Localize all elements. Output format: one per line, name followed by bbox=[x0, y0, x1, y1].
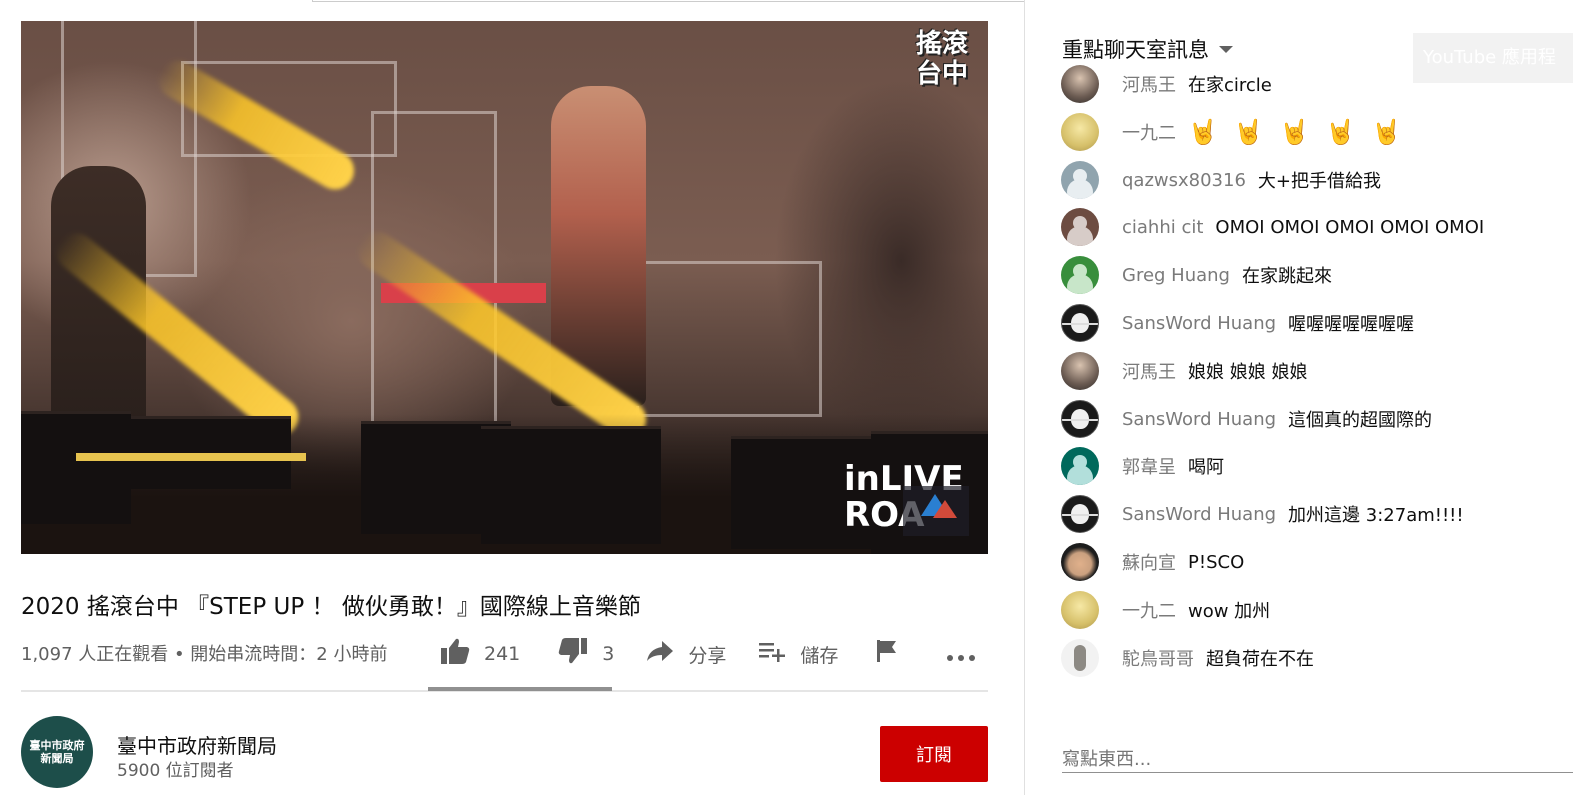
flag-icon bbox=[876, 639, 898, 670]
subscriber-count: 5900 位訂閱者 bbox=[117, 761, 234, 781]
chat-author-avatar[interactable] bbox=[1061, 400, 1099, 438]
channel-name[interactable]: 臺中市政府新聞局 bbox=[117, 730, 277, 759]
share-arrow-icon bbox=[646, 639, 674, 670]
chat-message: ciahhi cit OMOI OMOI OMOI OMOI OMOI bbox=[1061, 207, 1484, 247]
chat-author-name[interactable]: 一九二 bbox=[1122, 119, 1176, 145]
rock-hand-emoji-icon: 🤘 bbox=[1279, 118, 1310, 146]
like-ratio-bar bbox=[428, 687, 612, 691]
chat-author-name[interactable]: 河馬王 bbox=[1122, 358, 1176, 384]
chat-message-list[interactable]: 河馬王 在家circle 一九二 🤘 🤘 🤘 🤘 🤘 qazwsx80316 大+把手借給我 cia… bbox=[1025, 60, 1573, 688]
video-actions: 241 3 分享 儲存 bbox=[440, 636, 1012, 672]
video-meta: 1,097 人正在觀看 • 開始串流時間：2 小時前 bbox=[21, 644, 388, 665]
chat-mode-selector[interactable]: 重點聊天室訊息 bbox=[1062, 34, 1233, 64]
stage-table-light bbox=[76, 453, 306, 461]
chat-message: 駝鳥哥哥 超負荷在不在 bbox=[1061, 638, 1314, 678]
save-button[interactable]: 儲存 bbox=[758, 639, 838, 670]
chat-message: 一九二 wow 加州 bbox=[1061, 590, 1270, 630]
chat-message: 蘇向宣 P!SCO bbox=[1061, 542, 1244, 582]
chat-author-avatar[interactable] bbox=[1061, 256, 1099, 294]
chat-message-text: 喔喔喔喔喔喔喔 bbox=[1288, 314, 1415, 335]
chat-message: Greg Huang 在家跳起來 bbox=[1061, 255, 1332, 295]
chat-message-text: 娘娘 娘娘 娘娘 bbox=[1188, 362, 1308, 383]
chat-title-label: 重點聊天室訊息 bbox=[1062, 38, 1209, 62]
more-horizontal-icon bbox=[946, 639, 976, 669]
subscribe-button[interactable]: 訂閱 bbox=[880, 726, 988, 782]
chat-message: 郭韋呈 喝阿 bbox=[1061, 446, 1224, 486]
chat-message-text: 在家circle bbox=[1188, 75, 1272, 96]
chat-author-name[interactable]: SansWord Huang bbox=[1122, 504, 1276, 525]
chat-message-text: 加州這邊 3:27am!!!! bbox=[1288, 505, 1464, 526]
chat-author-avatar[interactable] bbox=[1061, 495, 1099, 533]
chat-author-name[interactable]: 駝鳥哥哥 bbox=[1122, 645, 1194, 671]
chevron-down-icon bbox=[1219, 46, 1233, 53]
chat-message-input[interactable] bbox=[1062, 746, 1562, 772]
chat-author-name[interactable]: Greg Huang bbox=[1122, 265, 1230, 286]
chat-author-avatar[interactable] bbox=[1061, 591, 1099, 629]
rock-hand-emoji-icon: 🤘 bbox=[1188, 118, 1218, 146]
chat-message-text: 大+把手借給我 bbox=[1257, 171, 1382, 192]
chat-input-underline bbox=[1062, 772, 1573, 773]
chat-message-text: P!SCO bbox=[1188, 551, 1245, 573]
chat-message-text: OMOI OMOI OMOI OMOI OMOI bbox=[1215, 216, 1485, 238]
live-chat-panel: 河馬王 在家circle 一九二 🤘 🤘 🤘 🤘 🤘 qazwsx80316 大+把手借給我 cia… bbox=[1024, 0, 1573, 795]
chat-author-avatar[interactable] bbox=[1061, 352, 1099, 390]
share-button[interactable]: 分享 bbox=[646, 639, 726, 670]
video-player[interactable]: 搖滾 台中 inLIVE ROA bbox=[21, 21, 988, 554]
chat-author-avatar[interactable] bbox=[1061, 543, 1099, 581]
festival-logo: 搖滾 台中 bbox=[915, 29, 968, 89]
like-button[interactable]: 241 bbox=[440, 637, 520, 672]
chat-author-name[interactable]: qazwsx80316 bbox=[1122, 170, 1246, 191]
rock-hand-emoji-icon: 🤘 bbox=[1325, 118, 1356, 146]
rock-hand-emoji-icon: 🤘 bbox=[1371, 118, 1402, 146]
stage-speaker bbox=[21, 411, 131, 524]
share-label: 分享 bbox=[688, 644, 727, 667]
playlist-add-icon bbox=[758, 639, 786, 670]
dislike-count: 3 bbox=[602, 643, 615, 665]
chat-message-text: 在家跳起來 bbox=[1241, 266, 1332, 287]
chat-input-area bbox=[1025, 688, 1573, 795]
chat-message: 河馬王 娘娘 娘娘 娘娘 bbox=[1061, 351, 1307, 391]
chat-author-name[interactable]: 郭韋呈 bbox=[1122, 453, 1176, 479]
like-count: 241 bbox=[484, 643, 521, 665]
stage-speaker bbox=[481, 426, 661, 544]
chat-message: SansWord Huang 喔喔喔喔喔喔喔 bbox=[1061, 303, 1414, 343]
chat-author-avatar[interactable] bbox=[1061, 208, 1099, 246]
rock-hand-emoji-icon: 🤘 bbox=[1233, 118, 1264, 146]
chat-message-text: 這個真的超國際的 bbox=[1288, 410, 1433, 431]
chat-author-name[interactable]: 蘇向宣 bbox=[1122, 549, 1176, 575]
chat-message: SansWord Huang 這個真的超國際的 bbox=[1061, 399, 1432, 439]
chat-author-avatar[interactable] bbox=[1061, 639, 1099, 677]
report-button[interactable] bbox=[876, 639, 912, 670]
dislike-button[interactable]: 3 bbox=[558, 637, 614, 672]
chat-author-name[interactable]: SansWord Huang bbox=[1122, 409, 1276, 430]
chat-author-name[interactable]: 河馬王 bbox=[1122, 71, 1176, 97]
chat-author-avatar[interactable] bbox=[1061, 113, 1099, 151]
chat-message-text: 喝阿 bbox=[1188, 457, 1224, 478]
taichung-news-badge-icon bbox=[903, 486, 969, 536]
chat-author-name[interactable]: SansWord Huang bbox=[1122, 313, 1276, 334]
more-actions-button[interactable] bbox=[946, 639, 990, 669]
chat-message: qazwsx80316 大+把手借給我 bbox=[1061, 160, 1381, 200]
chat-message-text: 超負荷在不在 bbox=[1206, 649, 1314, 670]
chat-author-avatar[interactable] bbox=[1061, 65, 1099, 103]
channel-avatar[interactable]: 臺中市政府 新聞局 bbox=[21, 716, 93, 788]
chat-message: SansWord Huang 加州這邊 3:27am!!!! bbox=[1061, 494, 1464, 534]
chat-message-text: wow 加州 bbox=[1188, 601, 1271, 622]
chat-author-name[interactable]: ciahhi cit bbox=[1122, 217, 1203, 238]
chat-author-avatar[interactable] bbox=[1061, 304, 1099, 342]
youtube-app-badge[interactable]: YouTube 應用程 bbox=[1413, 33, 1573, 83]
chat-author-avatar[interactable] bbox=[1061, 447, 1099, 485]
video-title: 2020 搖滾台中 『STEP UP ！ 做伙勇敢！』國際線上音樂節 bbox=[21, 594, 641, 620]
thumbs-down-icon bbox=[558, 637, 588, 672]
save-label: 儲存 bbox=[800, 644, 839, 667]
chat-author-name[interactable]: 一九二 bbox=[1122, 597, 1176, 623]
chat-message: 一九二 🤘 🤘 🤘 🤘 🤘 bbox=[1061, 112, 1417, 152]
stage-truss bbox=[636, 261, 822, 417]
chat-author-avatar[interactable] bbox=[1061, 161, 1099, 199]
chat-message: 河馬王 在家circle bbox=[1061, 64, 1272, 104]
thumbs-up-icon bbox=[440, 637, 470, 672]
